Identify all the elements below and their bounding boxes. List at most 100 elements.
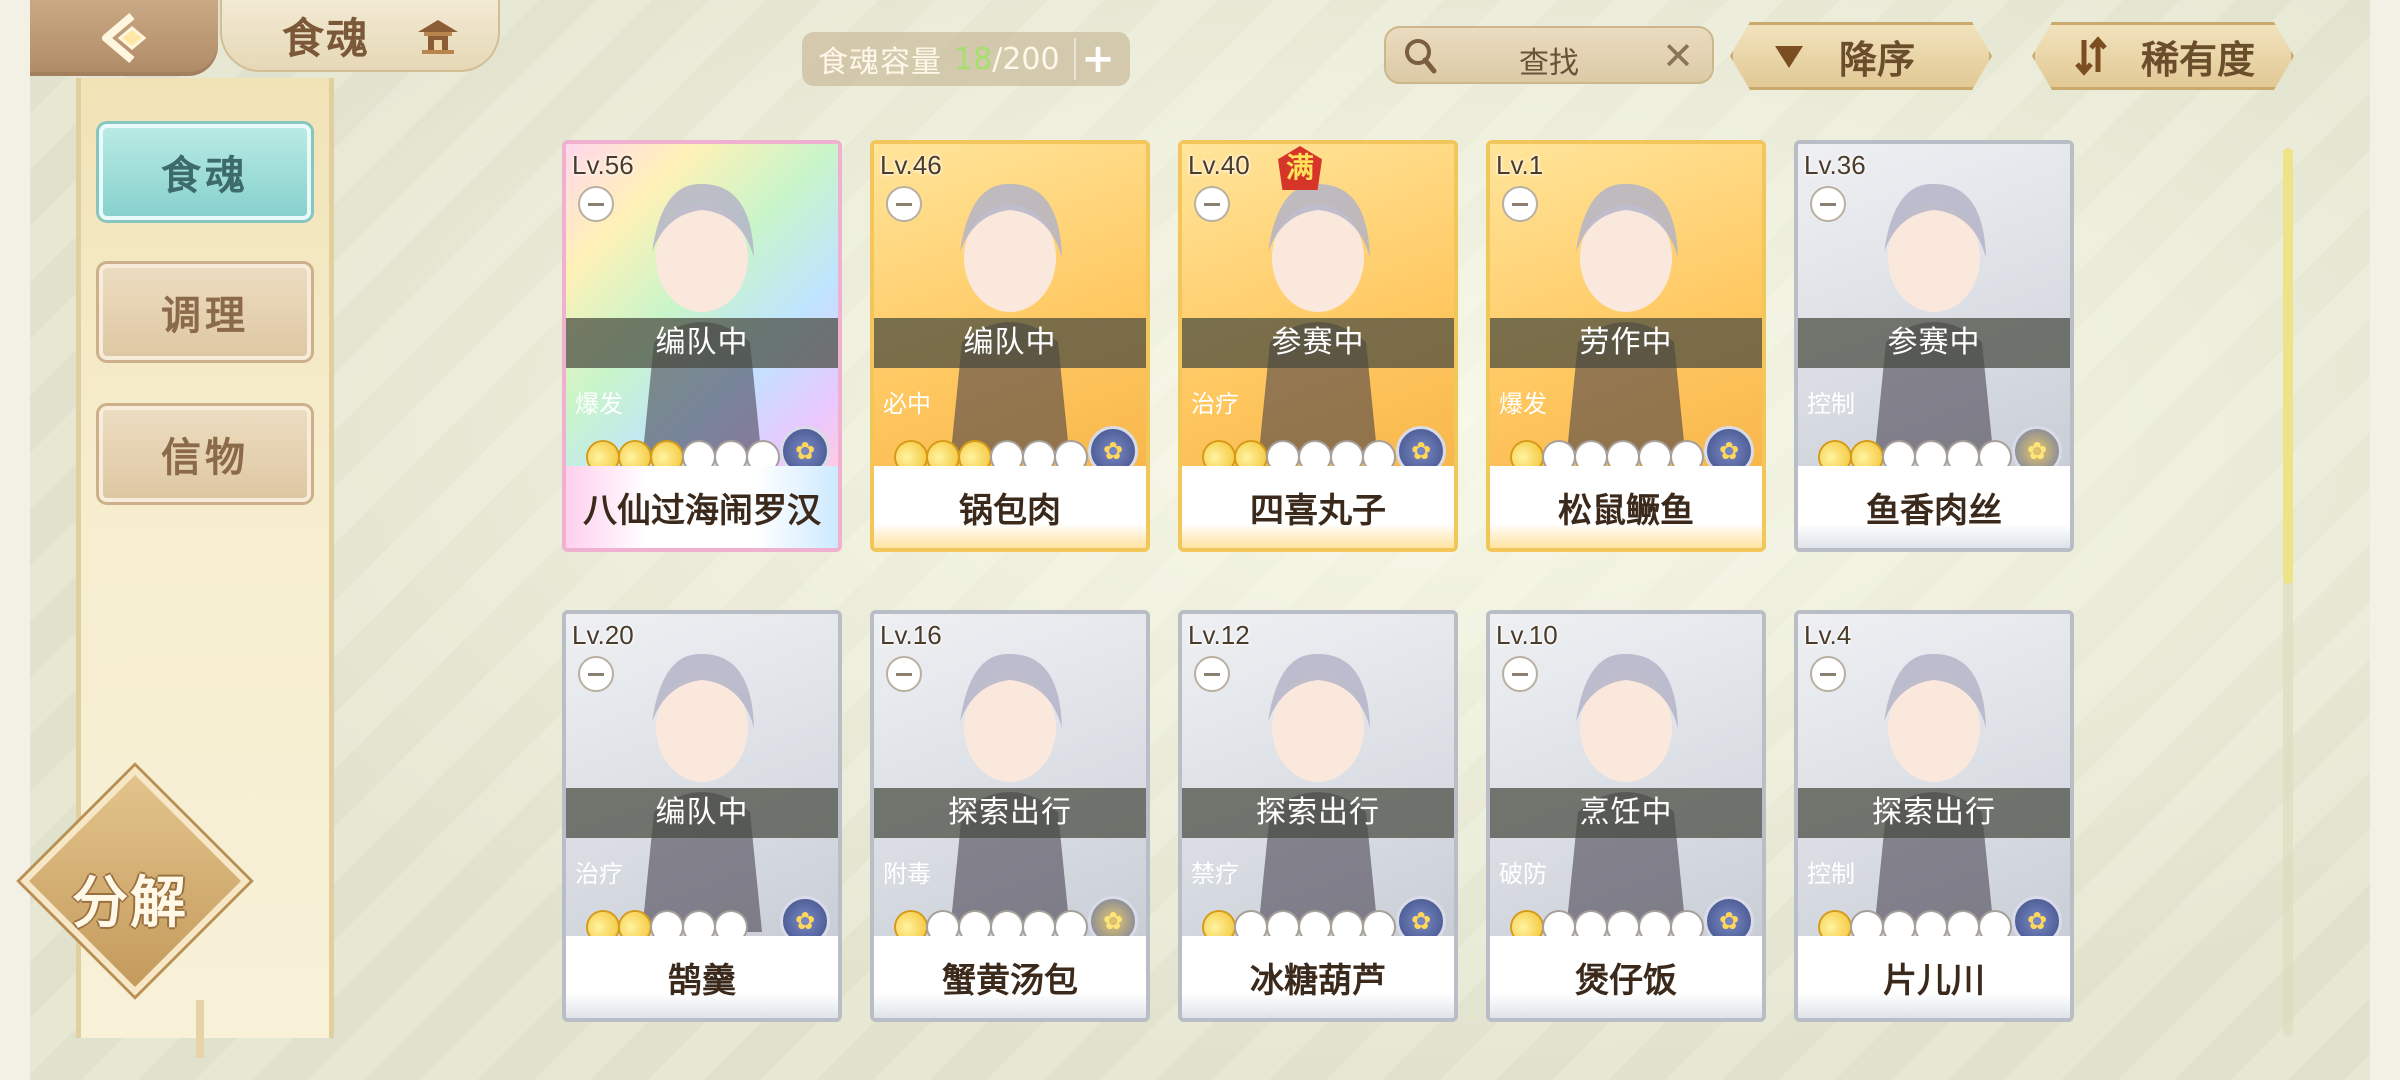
level-label: Lv.46 — [880, 150, 942, 180]
scrollbar[interactable] — [2283, 148, 2293, 1036]
food-soul-card[interactable]: Lv.12 探索出行 禁疗 ✿ 冰糖葫芦 — [1178, 610, 1458, 1022]
status-band: 探索出行 — [874, 788, 1146, 838]
bowl-slot-icon — [1502, 656, 1538, 692]
search-box[interactable]: 查找 ✕ — [1384, 26, 1714, 84]
bowl-slot-icon — [578, 186, 614, 222]
sort-order-button[interactable]: 降序 — [1730, 22, 1992, 90]
role-label: 治疗 — [575, 860, 623, 888]
bowl-slot-icon — [1502, 186, 1538, 222]
bowl-slot-icon — [1810, 656, 1846, 692]
role-badge: 治疗 — [566, 852, 636, 896]
card-name: 煲仔饭 — [1490, 936, 1762, 1018]
tab-tokens[interactable]: 信物 — [99, 406, 311, 502]
role-label: 控制 — [1807, 860, 1855, 888]
level-label: Lv.12 — [1188, 620, 1250, 650]
card-name: 鹄羹 — [566, 936, 838, 1018]
tab-conditioning-label: 调理 — [161, 293, 249, 339]
home-pavilion-icon[interactable] — [416, 16, 460, 56]
card-name: 冰糖葫芦 — [1182, 936, 1454, 1018]
role-badge: 控制 — [1798, 382, 1868, 426]
sort-order-label: 降序 — [1839, 37, 1916, 82]
role-label: 控制 — [1807, 390, 1855, 418]
tab-conditioning[interactable]: 调理 — [99, 264, 311, 360]
sort-by-label: 稀有度 — [2141, 37, 2256, 82]
top-bar: 食魂 — [30, 0, 500, 76]
clear-search-icon[interactable]: ✕ — [1662, 34, 1694, 78]
tassel-decoration — [196, 1000, 204, 1058]
level-label: Lv.4 — [1804, 620, 1852, 650]
level-label: Lv.16 — [880, 620, 942, 650]
food-soul-card[interactable]: Lv.10 烹饪中 破防 ✿ 煲仔饭 — [1486, 610, 1766, 1022]
role-badge: 治疗 — [1182, 382, 1252, 426]
food-soul-card[interactable]: Lv.56 编队中 爆发 ✿ 八仙过海闹罗汉 — [562, 140, 842, 552]
back-button[interactable] — [30, 0, 218, 76]
status-band: 烹饪中 — [1490, 788, 1762, 838]
decompose-label: 分解 — [72, 871, 188, 936]
bowl-slot-icon — [1810, 186, 1846, 222]
role-badge: 破防 — [1490, 852, 1560, 896]
right-frame — [2370, 0, 2400, 1080]
page-title-tab: 食魂 — [220, 0, 500, 72]
level-label: Lv.36 — [1804, 150, 1866, 180]
role-label: 附毒 — [883, 860, 931, 888]
bowl-slot-icon — [886, 186, 922, 222]
role-label: 必中 — [883, 390, 931, 418]
card-name: 蟹黄汤包 — [874, 936, 1146, 1018]
card-name: 锅包肉 — [874, 466, 1146, 548]
status-band: 参赛中 — [1182, 318, 1454, 368]
food-soul-card[interactable]: Lv.1 劳作中 爆发 ✿ 松鼠鳜鱼 — [1486, 140, 1766, 552]
card-name: 松鼠鳜鱼 — [1490, 466, 1762, 548]
role-badge: 禁疗 — [1182, 852, 1252, 896]
capacity-indicator: 食魂容量 18 /200 + — [802, 32, 1130, 86]
food-soul-card[interactable]: Lv.20 编队中 治疗 ✿ 鹄羹 — [562, 610, 842, 1022]
bowl-slot-icon — [1194, 656, 1230, 692]
level-label: Lv.10 — [1496, 620, 1558, 650]
role-badge: 爆发 — [1490, 382, 1560, 426]
level-label: Lv.1 — [1496, 150, 1544, 180]
food-soul-card[interactable]: Lv.16 探索出行 附毒 ✿ 蟹黄汤包 — [870, 610, 1150, 1022]
sort-by-button[interactable]: 稀有度 — [2032, 22, 2294, 90]
role-label: 破防 — [1499, 860, 1547, 888]
bowl-slot-icon — [1194, 186, 1230, 222]
food-soul-card[interactable]: Lv.46 编队中 必中 ✿ 锅包肉 — [870, 140, 1150, 552]
food-soul-card[interactable]: Lv.40 满参赛中 治疗 ✿ 四喜丸子 — [1178, 140, 1458, 552]
role-badge: 控制 — [1798, 852, 1868, 896]
capacity-count: 18 — [954, 41, 993, 77]
status-band: 编队中 — [566, 788, 838, 838]
tab-tokens-label: 信物 — [161, 435, 249, 481]
role-badge: 爆发 — [566, 382, 636, 426]
page-title: 食魂 — [282, 13, 371, 63]
left-frame — [0, 0, 30, 1080]
level-label: Lv.40 — [1188, 150, 1250, 180]
bowl-slot-icon — [578, 656, 614, 692]
card-name: 四喜丸子 — [1182, 466, 1454, 548]
role-label: 爆发 — [575, 390, 623, 418]
tab-food-souls[interactable]: 食魂 — [99, 124, 311, 220]
bowl-slot-icon — [886, 656, 922, 692]
food-soul-card[interactable]: Lv.36 参赛中 控制 ✿ 鱼香肉丝 — [1794, 140, 2074, 552]
card-name: 鱼香肉丝 — [1798, 466, 2070, 548]
tab-food-souls-label: 食魂 — [161, 153, 249, 199]
role-label: 禁疗 — [1191, 860, 1239, 888]
status-band: 探索出行 — [1182, 788, 1454, 838]
scrollbar-thumb[interactable] — [2283, 148, 2293, 584]
level-label: Lv.20 — [572, 620, 634, 650]
swap-arrows-icon — [2071, 36, 2111, 76]
food-soul-card[interactable]: Lv.4 探索出行 控制 ✿ 片儿川 — [1794, 610, 2074, 1022]
level-label: Lv.56 — [572, 150, 634, 180]
status-band: 编队中 — [874, 318, 1146, 368]
role-badge: 必中 — [874, 382, 944, 426]
role-badge: 附毒 — [874, 852, 944, 896]
card-name: 片儿川 — [1798, 936, 2070, 1018]
back-arrow-icon — [102, 12, 147, 64]
role-label: 治疗 — [1191, 390, 1239, 418]
triangle-down-icon — [1769, 36, 1809, 76]
capacity-label: 食魂容量 — [818, 45, 942, 80]
status-band: 探索出行 — [1798, 788, 2070, 838]
expand-capacity-button[interactable]: + — [1074, 36, 1120, 82]
status-band: 编队中 — [566, 318, 838, 368]
status-band: 劳作中 — [1490, 318, 1762, 368]
capacity-max: /200 — [992, 41, 1060, 77]
card-name: 八仙过海闹罗汉 — [566, 466, 838, 548]
role-label: 爆发 — [1499, 390, 1547, 418]
